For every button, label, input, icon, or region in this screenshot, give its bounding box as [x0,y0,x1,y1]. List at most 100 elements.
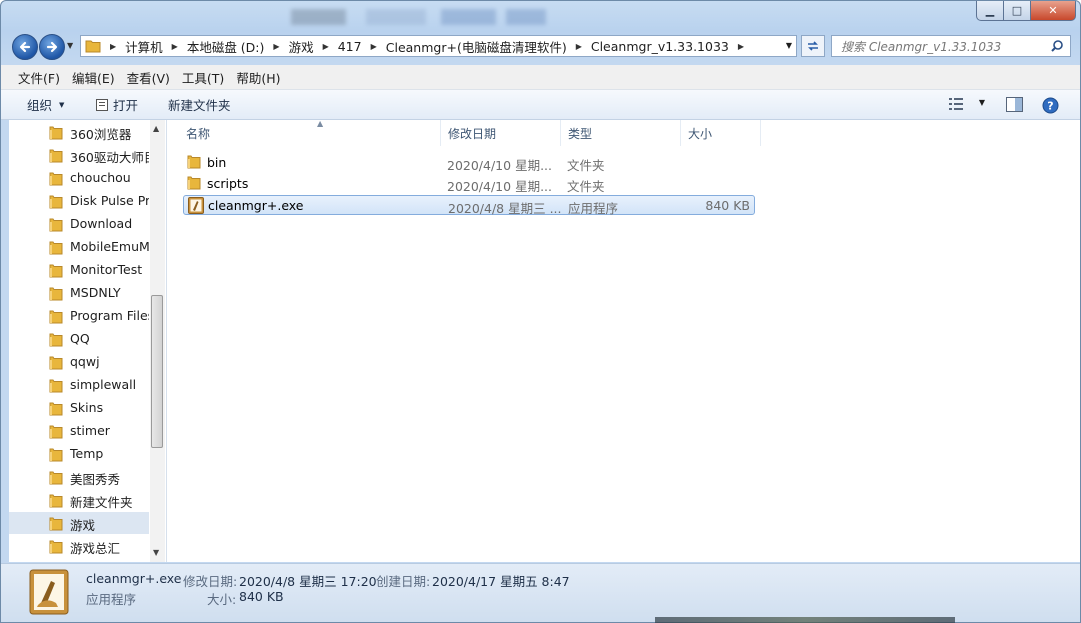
tree-item-label: Download [70,216,133,231]
cleanmgr-app-icon [188,197,204,217]
folder-icon [49,171,63,189]
details-filename: cleanmgr+.exe [86,571,182,586]
file-name: bin [207,155,227,170]
tree-item[interactable]: chouchou [9,167,149,189]
tree-item[interactable]: 游戏 [9,512,149,534]
refresh-icon [808,41,818,51]
tree-item[interactable]: MSDNLY [9,282,149,304]
view-list-icon[interactable] [949,97,965,111]
chevron-right-icon[interactable]: ▶ [273,42,279,51]
sort-ascending-icon: ▲ [317,119,324,128]
column-header-type[interactable]: 类型 [561,120,681,146]
file-date: 2020/4/8 星期三 ... [448,201,562,216]
new-folder-button[interactable]: 新建文件夹 [168,95,231,114]
blurred-title [291,9,551,25]
close-button[interactable]: ✕ [1031,1,1076,21]
tree-item[interactable]: QQ [9,328,149,350]
column-header-size[interactable]: 大小 [681,120,761,146]
breadcrumb-item[interactable]: 计算机 [125,37,163,56]
minimize-button[interactable]: ▁ [976,1,1004,21]
chevron-right-icon[interactable]: ▶ [576,42,582,51]
folder-icon [49,470,63,488]
folder-icon [49,516,63,534]
details-created-label: 创建日期: [376,574,431,589]
forward-button[interactable] [39,34,65,60]
file-row[interactable]: scripts 2020/4/10 星期... 文件夹 [183,174,755,194]
file-row[interactable]: cleanmgr+.exe 2020/4/8 星期三 ... 应用程序 840 KB [183,195,755,217]
folder-icon [49,286,63,304]
tree-item-label: MobileEmuM [70,239,149,254]
address-bar[interactable]: ▶ 计算机 ▶ 本地磁盘 (D:) ▶ 游戏 ▶ 417 ▶ Cleanmgr+… [80,35,797,57]
explorer-window: ▁ □ ✕ ▼ ▶ 计算机 ▶ 本地磁盘 (D:) ▶ 游戏 ▶ 417 ▶ C… [0,0,1081,623]
tree-item[interactable]: qqwj [9,351,149,373]
tree-item[interactable]: Download [9,213,149,235]
organize-label: 组织 [27,98,53,113]
chevron-right-icon[interactable]: ▶ [323,42,329,51]
tree-item[interactable]: Skins [9,397,149,419]
tree-item[interactable]: Disk Pulse Pro [9,190,149,212]
chevron-right-icon[interactable]: ▶ [110,42,116,51]
search-input[interactable]: 搜索 Cleanmgr_v1.33.1033 [831,35,1071,57]
column-header-date[interactable]: 修改日期 [441,120,561,146]
breadcrumb-item[interactable]: Cleanmgr_v1.33.1033 [591,39,729,54]
file-date: 2020/4/10 星期... [447,179,552,194]
column-name-label: 名称 [186,126,211,141]
tree-item[interactable]: 新建文件夹 [9,489,149,511]
tree-item[interactable]: 360驱动大师目 [9,144,149,166]
file-row[interactable]: bin 2020/4/10 星期... 文件夹 [183,153,755,173]
menu-edit[interactable]: 编辑(E) [66,68,121,87]
menu-tools[interactable]: 工具(T) [176,68,230,87]
open-button[interactable]: 打开 [96,95,138,114]
arrow-right-icon [46,41,58,53]
tree-item-label: Program Files [70,308,149,323]
nav-scrollbar[interactable]: ▲ ▼ [150,120,165,562]
chevron-right-icon[interactable]: ▶ [738,42,744,51]
tree-item[interactable]: MonitorTest [9,259,149,281]
tree-item[interactable]: 360浏览器 [9,121,149,143]
breadcrumb-item[interactable]: Cleanmgr+(电脑磁盘清理软件) [386,37,567,56]
details-pane: cleanmgr+.exe 修改日期: 2020/4/8 星期三 17:20 创… [1,563,1080,622]
recent-pages-dropdown[interactable]: ▼ [67,41,73,50]
maximize-button[interactable]: □ [1004,1,1031,21]
refresh-button[interactable] [801,35,825,57]
organize-button[interactable]: 组织 ▼ [27,95,64,114]
back-button[interactable] [12,34,38,60]
chevron-down-icon[interactable]: ▼ [979,98,985,107]
preview-pane-icon[interactable] [1006,97,1023,112]
menu-view[interactable]: 查看(V) [121,68,176,87]
tree-item[interactable]: MobileEmuM [9,236,149,258]
tree-item[interactable]: Temp [9,443,149,465]
search-icon[interactable] [1050,39,1064,53]
column-header-name[interactable]: 名称 ▲ [179,119,441,146]
tree-item-label: stimer [70,423,110,438]
tree-item[interactable]: stimer [9,420,149,442]
folder-icon [49,125,63,143]
folder-icon [49,217,63,235]
help-icon[interactable]: ? [1042,97,1059,114]
tree-item[interactable]: 游戏总汇 [9,535,149,557]
tree-item[interactable]: Program Files [9,305,149,327]
menu-help[interactable]: 帮助(H) [230,68,286,87]
scroll-down-icon[interactable]: ▼ [153,548,159,557]
tree-item[interactable]: simplewall [9,374,149,396]
menu-file[interactable]: 文件(F) [12,68,66,87]
file-name: cleanmgr+.exe [208,198,304,213]
chevron-right-icon[interactable]: ▶ [371,42,377,51]
svg-text:?: ? [1047,100,1053,113]
folder-icon [49,447,63,465]
folder-icon [49,378,63,396]
breadcrumb-item[interactable]: 417 [338,39,362,54]
scroll-up-icon[interactable]: ▲ [153,124,159,133]
folder-icon [49,240,63,258]
scrollbar-thumb[interactable] [151,295,163,448]
folder-icon [85,40,101,53]
folder-icon [49,493,63,511]
folder-icon [49,539,63,557]
tree-item-label: MSDNLY [70,285,121,300]
chevron-right-icon[interactable]: ▶ [172,42,178,51]
address-dropdown[interactable]: ▼ [786,41,792,50]
breadcrumb-item[interactable]: 本地磁盘 (D:) [187,37,265,56]
details-size-value: 840 KB [239,589,284,604]
breadcrumb-item[interactable]: 游戏 [289,37,314,56]
tree-item[interactable]: 美图秀秀 [9,466,149,488]
